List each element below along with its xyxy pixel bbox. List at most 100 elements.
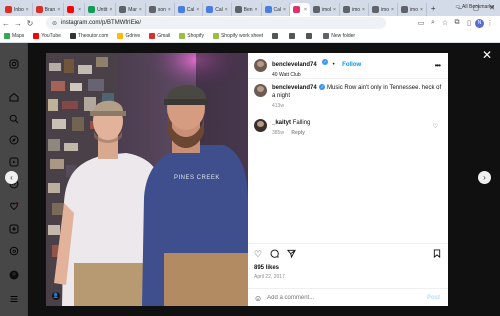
post-location[interactable]: 40 Watt Club — [272, 72, 361, 78]
tab-close-icon[interactable]: × — [225, 7, 228, 13]
bookmark-label: Gdrive — [125, 33, 141, 39]
bookmark-item[interactable]: YouTube — [33, 33, 61, 39]
like-comment-heart-icon[interactable]: ♡ — [433, 123, 438, 130]
follow-button[interactable]: Follow — [342, 62, 361, 68]
bookmark-favicon-icon — [4, 33, 10, 39]
tab-favicon-icon — [264, 6, 272, 13]
bookmark-item[interactable]: Shopify work sheet — [212, 33, 263, 39]
site-info-icon[interactable]: ⊜ — [52, 20, 57, 27]
commenter-username[interactable]: _kaityt — [272, 120, 291, 126]
tab-label: Bran — [44, 6, 56, 13]
zoom-icon[interactable]: ⌕ — [427, 19, 439, 27]
post-comment-button[interactable]: Post — [427, 295, 440, 301]
bookmark-item[interactable] — [272, 33, 280, 39]
tab-close-icon[interactable]: × — [304, 7, 307, 13]
commenter-avatar[interactable] — [254, 119, 267, 132]
browser-tab[interactable]: son × — [146, 3, 175, 16]
tab-favicon-icon — [35, 6, 43, 13]
browser-tab[interactable]: imo × — [340, 3, 369, 16]
bookmark-favicon-icon — [212, 33, 219, 39]
sidepanel-icon[interactable]: ▯ — [463, 19, 475, 27]
tab-label: Cal — [215, 6, 223, 13]
bookmark-star-icon[interactable]: ☆ — [439, 19, 451, 27]
post-details-panel: bencleveland74 ✓ • Follow 40 Watt Club •… — [248, 53, 448, 306]
browser-tab[interactable]: imo × — [398, 3, 427, 16]
profile-avatar[interactable]: N — [475, 18, 484, 28]
bookmark-label: Shopify — [187, 33, 204, 39]
next-post-button[interactable]: › — [478, 171, 491, 184]
tab-close-icon[interactable]: × — [109, 7, 112, 13]
all-bookmarks-button[interactable]: ▭ All Bookmarks — [455, 0, 494, 13]
bookmark-item[interactable]: Gmail — [149, 33, 170, 39]
browser-tab[interactable]: imol × — [310, 3, 340, 16]
caption-author-avatar[interactable] — [254, 84, 267, 97]
tab-close-icon[interactable]: × — [255, 7, 258, 13]
url-text: instagram.com/p/BTMWfrIEie/ — [61, 20, 142, 26]
tab-close-icon[interactable]: × — [283, 7, 286, 13]
browser-tab[interactable]: Cal × — [203, 3, 232, 16]
bookmark-item[interactable]: New folder — [323, 33, 355, 39]
back-icon[interactable]: ← — [0, 19, 12, 28]
tab-close-icon[interactable]: × — [78, 7, 81, 13]
address-bar[interactable]: ⊜ instagram.com/p/BTMWfrIEie/ — [46, 17, 386, 29]
save-bookmark-icon[interactable] — [433, 249, 441, 260]
browser-tab[interactable]: Cal × — [262, 3, 290, 16]
bookmark-item[interactable] — [289, 33, 297, 39]
browser-tab[interactable]: Untit × — [85, 3, 117, 16]
tab-close-icon[interactable]: × — [362, 7, 365, 13]
bookmark-item[interactable]: Shopify — [179, 33, 204, 39]
browser-tab[interactable]: Cal × — [175, 3, 204, 16]
tab-close-icon[interactable]: × — [26, 7, 29, 13]
tab-favicon-icon — [400, 6, 408, 13]
new-tab-button[interactable]: + — [431, 4, 436, 13]
cast-icon[interactable]: ▭ — [415, 19, 427, 27]
forward-icon[interactable]: → — [12, 19, 24, 28]
post-caption: bencleveland74 ✓ Music Row ain't only in… — [254, 84, 442, 110]
author-username[interactable]: bencleveland74 — [272, 62, 317, 68]
tab-close-icon[interactable]: × — [420, 7, 423, 13]
like-heart-icon[interactable]: ♡ — [254, 249, 262, 260]
extensions-icon[interactable]: ⧉ — [451, 19, 463, 27]
browser-tab[interactable]: imo × — [369, 3, 398, 16]
bookmark-item[interactable] — [306, 33, 314, 39]
tab-close-icon[interactable]: × — [391, 7, 394, 13]
tab-favicon-icon — [88, 6, 96, 13]
tab-label: imo — [351, 6, 361, 13]
comment-bubble-icon[interactable] — [270, 249, 279, 260]
tab-favicon-icon — [119, 6, 127, 13]
tab-label: Inbo — [14, 6, 24, 13]
reload-icon[interactable]: ↻ — [24, 19, 36, 28]
comment-input[interactable] — [267, 295, 418, 301]
reply-button[interactable]: Reply — [291, 130, 305, 136]
browser-tab[interactable]: Ben × — [232, 3, 262, 16]
browser-tab[interactable]: Inbo × — [2, 3, 33, 16]
share-send-icon[interactable] — [286, 249, 296, 260]
previous-post-button[interactable]: ‹ — [5, 171, 18, 184]
tab-close-icon[interactable]: × — [57, 7, 60, 13]
bookmark-favicon-icon — [289, 33, 296, 39]
bookmark-favicon-icon — [117, 33, 124, 39]
tagged-user-icon[interactable]: 👤 — [52, 292, 60, 300]
tab-favicon-icon — [342, 6, 350, 13]
tab-close-icon[interactable]: × — [196, 7, 199, 13]
caption-age: 413w — [272, 103, 284, 109]
tab-close-icon[interactable]: × — [168, 7, 171, 13]
author-avatar[interactable] — [254, 59, 267, 72]
more-options-icon[interactable]: ••• — [435, 61, 441, 70]
tab-close-icon[interactable]: × — [333, 7, 336, 13]
add-comment-bar: ☺ Post — [248, 288, 448, 307]
bookmark-item[interactable]: Gdrive — [117, 33, 140, 39]
tab-close-icon[interactable]: × — [139, 7, 142, 13]
likes-count[interactable]: 895 likes — [254, 265, 279, 271]
caption-username[interactable]: bencleveland74 — [272, 85, 317, 91]
bookmark-item[interactable]: Maps — [4, 33, 24, 39]
bookmark-item[interactable]: Theoutor.com — [69, 33, 108, 39]
browser-tab[interactable]: Bran × — [33, 3, 65, 16]
browser-tab[interactable]: × — [289, 3, 310, 16]
post-header: bencleveland74 ✓ • Follow 40 Watt Club •… — [248, 53, 448, 79]
close-modal-icon[interactable]: ✕ — [482, 48, 492, 62]
emoji-icon[interactable]: ☺ — [254, 294, 262, 303]
menu-icon[interactable]: ⋮ — [484, 19, 496, 27]
browser-tab[interactable]: × — [64, 3, 86, 16]
browser-tab[interactable]: Mar × — [116, 3, 146, 16]
